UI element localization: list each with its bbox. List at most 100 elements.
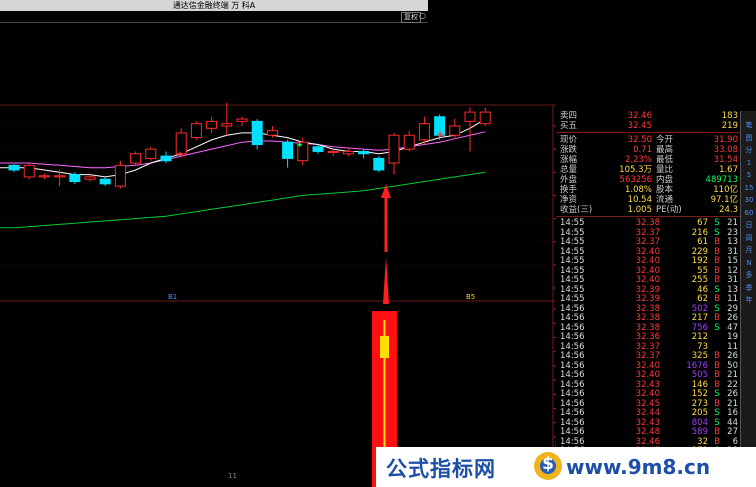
tick-volume: 67 — [697, 218, 708, 228]
tick-row: 14:55 32.37 61 B 13 — [556, 237, 740, 247]
candle — [373, 156, 385, 173]
period-button[interactable]: 图 — [741, 132, 756, 144]
tick-volume: 325 — [691, 351, 708, 361]
tick-price: 32.45 — [635, 398, 660, 409]
tick-side: S — [714, 303, 720, 314]
tick-price: 32.43 — [635, 417, 660, 428]
order-book-row: 卖四 32.46 183 — [556, 111, 740, 121]
tick-price: 32.37 — [635, 237, 660, 247]
period-button[interactable]: 60 — [741, 207, 756, 219]
tick-side: B — [714, 427, 720, 437]
period-button[interactable]: 季 — [741, 282, 756, 294]
tick-price: 32.48 — [635, 427, 660, 437]
quote-label: 今开 — [656, 135, 674, 145]
period-button[interactable]: 周 — [741, 232, 756, 244]
candle — [403, 130, 415, 152]
tick-count: 6 — [732, 436, 738, 447]
quote-value: 10.54 — [627, 195, 652, 205]
tick-volume: 1676 — [686, 360, 708, 371]
tick-side: B — [714, 294, 720, 304]
tick-time: 14:56 — [560, 408, 585, 418]
tick-volume: 212 — [691, 332, 708, 342]
tick-time: 14:56 — [560, 313, 585, 323]
period-sidebar: 笔图分 1 5 15 30 60 日周月 N 多季年 — [740, 111, 756, 487]
period-button[interactable]: 15 — [741, 182, 756, 194]
tick-price: 32.38 — [635, 303, 660, 314]
tick-row: 14:56 32.43 804 S 44 — [556, 418, 740, 428]
candle — [221, 102, 233, 136]
tick-side: B — [714, 275, 720, 285]
period-button[interactable]: 日 — [741, 219, 756, 231]
tick-side: B — [714, 265, 720, 276]
tick-row: 14:56 32.40 505 B 21 — [556, 370, 740, 380]
quote-value: 31.90 — [713, 135, 738, 145]
watermark-banner: 公式指标网 $ www.9m8.cn — [376, 447, 756, 487]
quote-label: PE(动) — [656, 205, 682, 215]
period-button[interactable]: 30 — [741, 194, 756, 206]
quote-label: 内盘 — [656, 175, 674, 185]
candle-body — [327, 150, 339, 153]
candle-body — [479, 111, 491, 125]
period-button[interactable]: 分 — [741, 144, 756, 156]
tick-volume: 216 — [691, 227, 708, 238]
period-button[interactable]: 多 — [741, 269, 756, 281]
period-button[interactable]: 年 — [741, 294, 756, 306]
period-button[interactable]: 月 — [741, 244, 756, 256]
period-button[interactable]: 1 — [741, 157, 756, 169]
quote-value: 0.71 — [633, 145, 652, 155]
candle — [282, 139, 294, 168]
tick-time: 14:56 — [560, 341, 585, 352]
tick-time: 14:56 — [560, 370, 585, 380]
option-icon[interactable]: ○ — [419, 11, 426, 20]
tick-row: 14:56 32.38 217 B 26 — [556, 313, 740, 323]
tick-row: 14:56 32.46 32 B 6 — [556, 437, 740, 447]
tick-row: 14:56 32.40 152 S 26 — [556, 389, 740, 399]
tick-price: 32.37 — [635, 227, 660, 238]
tick-count: 11 — [727, 294, 738, 304]
candle — [449, 119, 461, 138]
tick-row: 14:56 32.38 502 S 29 — [556, 304, 740, 314]
tick-row: 14:56 32.38 756 S 47 — [556, 323, 740, 333]
tick-time: 14:55 — [560, 265, 585, 276]
quote-value: 24.3 — [719, 205, 738, 215]
tick-side: S — [714, 322, 720, 333]
quote-panel: 卖四 32.46 183 买五 32.45 219 现价 32.50 今开 31.90 涨跌 0.7… — [556, 111, 740, 487]
period-button[interactable]: 5 — [741, 169, 756, 181]
candle — [479, 107, 491, 126]
candle-body — [8, 164, 20, 171]
tick-side: S — [714, 417, 720, 428]
tick-time: 14:56 — [560, 322, 585, 333]
tick-price: 32.40 — [635, 389, 660, 399]
tick-side: S — [714, 284, 720, 295]
kline-chart[interactable]: 29.0028.0027.0026.0025.0024.0023.0022.00… — [0, 22, 556, 487]
tick-volume: 62 — [697, 294, 708, 304]
tick-side: B — [714, 436, 720, 447]
quote-row: 现价 32.50 今开 31.90 — [556, 135, 740, 145]
period-button[interactable]: 笔 — [741, 119, 756, 131]
tick-volume: 273 — [691, 398, 708, 409]
candle-body — [449, 125, 461, 136]
order-price: 32.45 — [627, 121, 652, 131]
tick-count: 29 — [727, 303, 738, 314]
tick-row: 14:55 32.38 67 S 21 — [556, 218, 740, 228]
candle-body — [266, 130, 278, 136]
tick-time: 14:56 — [560, 389, 585, 399]
tick-time: 14:56 — [560, 436, 585, 447]
tick-volume: 255 — [691, 275, 708, 285]
tick-time: 14:55 — [560, 256, 585, 266]
candle-body — [38, 175, 50, 178]
tick-count: 16 — [727, 408, 738, 418]
tick-price: 32.40 — [635, 246, 660, 257]
annotation-b1: B1 — [168, 293, 177, 301]
candle-body — [130, 153, 142, 164]
tick-time: 14:56 — [560, 303, 585, 314]
tick-count: 11 — [727, 341, 738, 352]
period-button[interactable]: N — [741, 257, 756, 269]
tick-time: 14:56 — [560, 398, 585, 409]
tick-price: 32.36 — [635, 332, 660, 342]
tick-side: S — [714, 218, 720, 228]
tick-price: 32.40 — [635, 360, 660, 371]
tick-price: 32.39 — [635, 284, 660, 295]
candle — [114, 160, 126, 189]
tick-side: B — [714, 246, 720, 257]
